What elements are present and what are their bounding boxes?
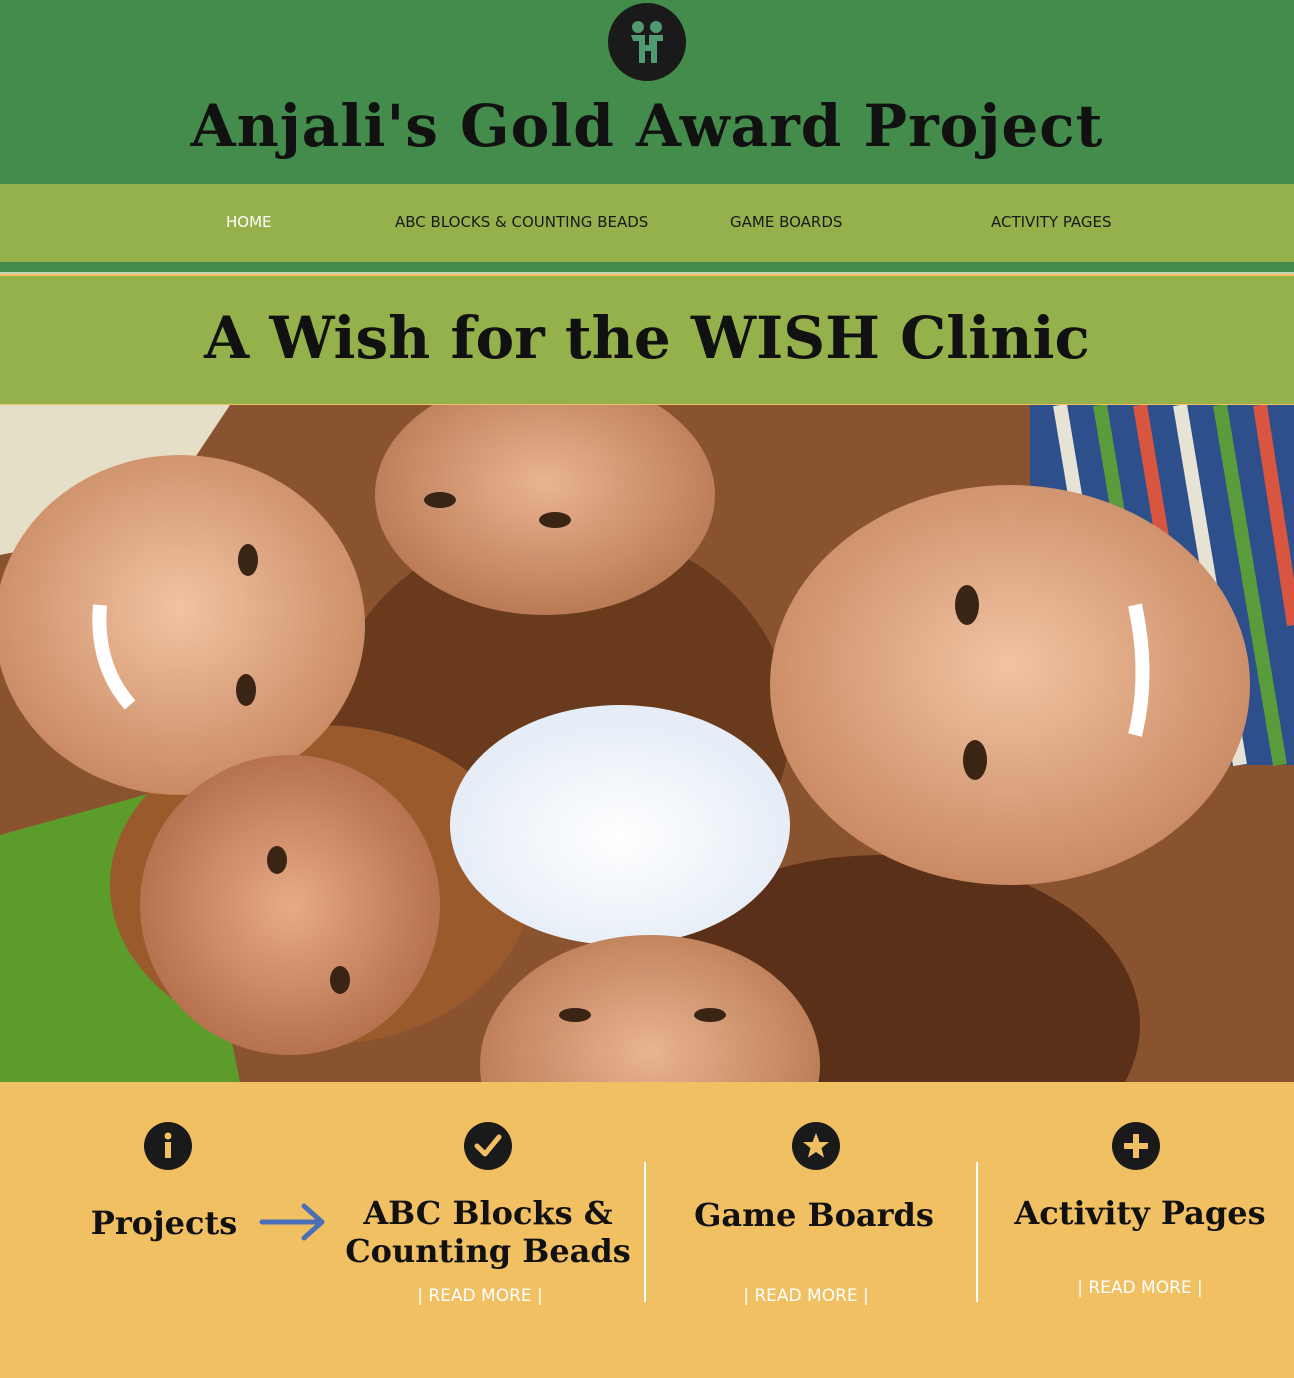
hero-image (0, 405, 1294, 1082)
abc-blocks-title[interactable]: ABC Blocks & Counting Beads (340, 1194, 636, 1270)
site-title[interactable]: Anjali's Gold Award Project (0, 92, 1294, 160)
banner: A Wish for the WISH Clinic (0, 276, 1294, 404)
abc-blocks-title-line1: ABC Blocks & (363, 1194, 613, 1232)
game-boards-title[interactable]: Game Boards (666, 1196, 962, 1234)
children-photo-illustration (0, 405, 1294, 1082)
banner-title: A Wish for the WISH Clinic (204, 304, 1090, 372)
activity-pages-title[interactable]: Activity Pages (990, 1194, 1290, 1232)
main-nav: HOME ABC BLOCKS & COUNTING BEADS GAME BO… (0, 184, 1294, 262)
nav-abc-blocks[interactable]: ABC BLOCKS & COUNTING BEADS (395, 213, 648, 231)
nav-activity-pages[interactable]: ACTIVITY PAGES (991, 213, 1112, 231)
divider-line (0, 272, 1294, 274)
family-logo-icon[interactable] (608, 3, 686, 81)
features-section: Projects ABC Blocks & Counting Beads | R… (0, 1082, 1294, 1378)
game-boards-read-more-link[interactable]: | READ MORE | (706, 1286, 906, 1306)
plus-icon (1112, 1122, 1160, 1170)
star-icon (792, 1122, 840, 1170)
divider-band (0, 262, 1294, 272)
column-divider (976, 1162, 978, 1302)
site-header: Anjali's Gold Award Project (0, 0, 1294, 184)
info-icon (144, 1122, 192, 1170)
activity-pages-read-more-link[interactable]: | READ MORE | (1040, 1278, 1240, 1298)
column-divider (644, 1162, 646, 1302)
nav-game-boards[interactable]: GAME BOARDS (730, 213, 842, 231)
arrow-right-icon (258, 1202, 328, 1242)
projects-title: Projects (90, 1204, 238, 1242)
check-icon (464, 1122, 512, 1170)
abc-read-more-link[interactable]: | READ MORE | (380, 1286, 580, 1306)
abc-blocks-title-line2: Counting Beads (345, 1232, 631, 1270)
nav-home[interactable]: HOME (226, 213, 272, 231)
